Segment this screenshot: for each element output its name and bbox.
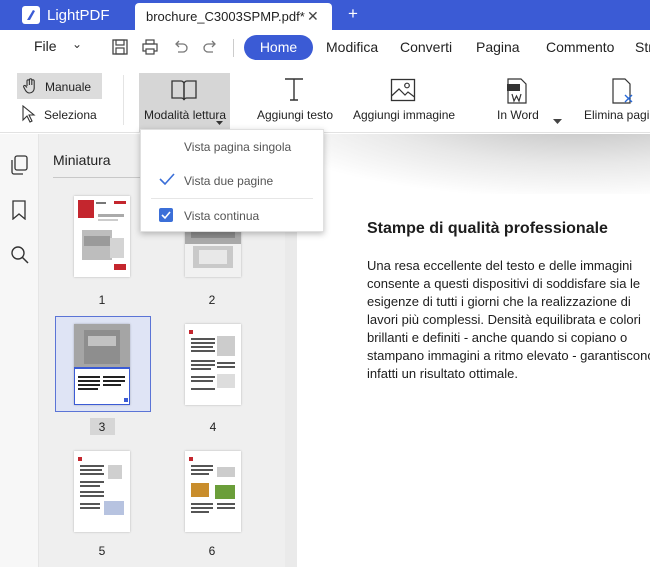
document-text-line: lavori più complessi. Densità equilibrat… bbox=[367, 312, 641, 327]
word-file-icon bbox=[506, 78, 528, 107]
print-icon[interactable] bbox=[141, 38, 159, 56]
app-name: LightPDF bbox=[47, 7, 110, 24]
bookmark-icon[interactable] bbox=[10, 200, 28, 223]
text-tool-icon bbox=[283, 76, 305, 105]
thumbnail-page-6[interactable] bbox=[185, 451, 241, 532]
thumbnail-title-underline bbox=[53, 177, 146, 178]
file-menu[interactable]: File bbox=[34, 38, 57, 54]
reading-mode-label: Modalità lettura bbox=[144, 108, 227, 122]
document-text-line: Una resa eccellente del testo e delle im… bbox=[367, 258, 633, 273]
file-menu-chevron-icon[interactable]: ⌄ bbox=[72, 37, 82, 51]
tab-home[interactable]: Home bbox=[244, 35, 313, 60]
search-icon[interactable] bbox=[10, 245, 30, 268]
new-tab-button[interactable]: + bbox=[348, 4, 358, 24]
thumbnail-page-3[interactable] bbox=[74, 324, 130, 405]
thumbnail-page-number: 6 bbox=[208, 544, 216, 558]
tab-modifica[interactable]: Modifica bbox=[326, 39, 378, 55]
thumbnail-page-1[interactable] bbox=[74, 196, 130, 277]
hand-icon bbox=[21, 77, 39, 98]
thumbnail-page-4[interactable] bbox=[185, 324, 241, 405]
cursor-icon bbox=[21, 104, 37, 126]
reading-mode-caret-icon[interactable] bbox=[216, 114, 223, 129]
option-two-page-view[interactable]: Vista due pagine bbox=[184, 174, 273, 188]
document-text-line: consente a questi dispositivi di soddisf… bbox=[367, 276, 641, 291]
thumbnail-page-number: 2 bbox=[208, 293, 216, 307]
menu-bar: File ⌄ Home Modifica Converti Pagina Com… bbox=[0, 30, 650, 65]
select-tool-button[interactable]: Seleziona bbox=[44, 108, 97, 122]
option-continuous-view[interactable]: Vista continua bbox=[184, 209, 259, 223]
undo-icon[interactable] bbox=[172, 38, 190, 56]
document-text-line: esigenze di tutti i giorni che la realiz… bbox=[367, 294, 631, 309]
close-tab-icon[interactable]: ✕ bbox=[307, 8, 319, 25]
document-viewer[interactable]: Stampe di qualità professionale Una resa… bbox=[285, 134, 650, 567]
document-tab[interactable]: brochure_C3003SPMP.pdf* ✕ bbox=[135, 3, 332, 30]
document-text-line: infatti un risultato ottimale. bbox=[367, 366, 519, 381]
lightpdf-logo-icon bbox=[22, 6, 40, 24]
document-text-line: stampano immagini a ritmo elevato - gara… bbox=[367, 348, 650, 363]
document-text-line: brillanti e definiti - anche quando si c… bbox=[367, 330, 628, 345]
add-image-button[interactable]: Aggiungi immagine bbox=[353, 108, 455, 122]
tab-commento[interactable]: Commento bbox=[546, 39, 614, 55]
continuous-view-checkbox[interactable] bbox=[159, 208, 173, 222]
thumbnail-page-number: 3 bbox=[98, 420, 106, 434]
document-tab-title: brochure_C3003SPMP.pdf* bbox=[146, 9, 305, 24]
thumbnail-page-5[interactable] bbox=[74, 451, 130, 532]
manual-label: Manuale bbox=[45, 80, 92, 94]
delete-page-icon bbox=[611, 78, 635, 107]
page-header-image bbox=[297, 134, 650, 194]
to-word-caret-icon[interactable] bbox=[553, 113, 562, 128]
menu-separator bbox=[233, 39, 234, 57]
title-bar: LightPDF brochure_C3003SPMP.pdf* ✕ + bbox=[0, 0, 650, 30]
book-icon bbox=[170, 78, 198, 105]
document-page: Stampe di qualità professionale Una resa… bbox=[297, 134, 650, 567]
thumbnail-page-number: 5 bbox=[98, 544, 106, 558]
ribbon-toolbar: Manuale Seleziona Modalità lettura Aggiu… bbox=[0, 65, 650, 133]
delete-page-button[interactable]: Elimina pagin bbox=[584, 108, 650, 122]
tab-pagina[interactable]: Pagina bbox=[476, 39, 520, 55]
thumbnail-page-number: 4 bbox=[209, 420, 217, 434]
reading-mode-dropdown: Vista pagina singola Vista due pagine Vi… bbox=[140, 129, 324, 232]
thumbnail-panel-title: Miniatura bbox=[53, 152, 111, 168]
image-icon bbox=[390, 78, 416, 105]
option-single-page-view[interactable]: Vista pagina singola bbox=[184, 140, 291, 154]
tab-converti[interactable]: Converti bbox=[400, 39, 452, 55]
to-word-button[interactable]: In Word bbox=[497, 108, 539, 122]
toolbar-divider bbox=[123, 75, 124, 125]
checkmark-icon bbox=[159, 173, 175, 188]
redo-icon[interactable] bbox=[201, 38, 219, 56]
document-heading: Stampe di qualità professionale bbox=[367, 220, 608, 237]
save-icon[interactable] bbox=[111, 38, 129, 56]
dropdown-separator bbox=[151, 198, 313, 199]
add-text-button[interactable]: Aggiungi testo bbox=[257, 108, 333, 122]
pages-icon[interactable] bbox=[10, 155, 28, 178]
tab-strumenti[interactable]: Str bbox=[635, 39, 650, 55]
left-rail bbox=[0, 134, 39, 567]
thumbnail-page-number: 1 bbox=[98, 293, 106, 307]
